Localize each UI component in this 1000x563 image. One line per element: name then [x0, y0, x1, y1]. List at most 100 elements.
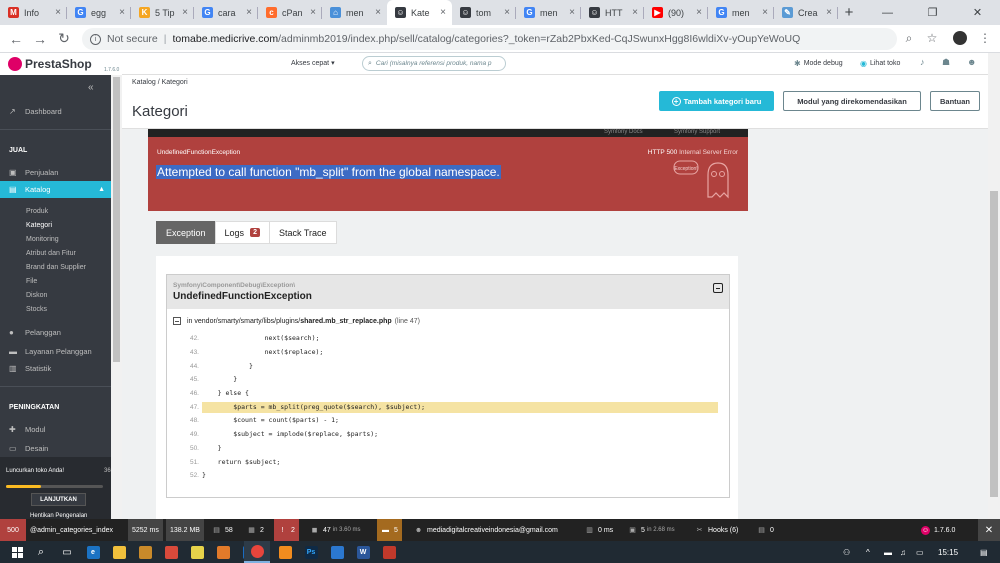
- browser-tab[interactable]: ⌂ men ×: [322, 0, 387, 25]
- sidebar-subitem[interactable]: Monitoring: [26, 236, 59, 243]
- account-icon[interactable]: ☻: [967, 57, 976, 67]
- browser-tab[interactable]: Gmen ×: [708, 0, 774, 25]
- continue-button[interactable]: LANJUTKAN: [31, 493, 86, 506]
- store-icon[interactable]: [132, 541, 158, 563]
- word-icon[interactable]: W: [350, 541, 376, 563]
- sidebar-subitem[interactable]: Stocks: [26, 306, 47, 313]
- profile-icon[interactable]: [950, 28, 970, 48]
- symfony-support-link[interactable]: Symfony Support: [674, 129, 720, 135]
- keyboard-icon[interactable]: ▭: [916, 541, 924, 563]
- sidebar-subitem[interactable]: Atribut dan Fitur: [26, 250, 76, 257]
- route-name[interactable]: @admin_categories_index: [30, 519, 113, 541]
- close-tab-icon[interactable]: ×: [246, 7, 252, 18]
- close-tab-icon[interactable]: ×: [762, 7, 768, 18]
- close-tab-icon[interactable]: ×: [55, 7, 61, 18]
- collapse-menu-icon[interactable]: «: [88, 82, 94, 93]
- sidebar-item-desain[interactable]: ▭ Desain: [0, 439, 111, 457]
- browser-tab[interactable]: Gcara ×: [194, 0, 258, 25]
- info-icon[interactable]: i: [90, 33, 101, 45]
- collapse-toggle-icon[interactable]: [713, 283, 723, 293]
- close-tab-icon[interactable]: ×: [440, 7, 446, 18]
- sidebar-item-katalog[interactable]: ▤ Katalog ▲: [0, 181, 111, 198]
- edge-icon[interactable]: e: [80, 541, 106, 563]
- debug-mode-link[interactable]: ✱ Mode debug: [794, 59, 843, 68]
- browser-tab[interactable]: Gegg ×: [67, 0, 131, 25]
- breadcrumb-item[interactable]: Kategori: [162, 79, 188, 86]
- requests-panel[interactable]: ▦ 2: [247, 519, 264, 541]
- sidebar-subitem[interactable]: Produk: [26, 208, 48, 215]
- browser-tab[interactable]: K 5 Tip ×: [131, 0, 194, 25]
- menu-dots-icon[interactable]: ⋮: [975, 28, 995, 48]
- search-icon[interactable]: ⌕: [28, 541, 54, 563]
- collapse-icon[interactable]: [173, 317, 181, 325]
- sidebar-subitem[interactable]: File: [26, 278, 37, 285]
- tab-logs[interactable]: Logs 2: [214, 221, 270, 244]
- browser-tab[interactable]: ☺ Kate ×: [387, 0, 452, 25]
- sidebar-subitem[interactable]: Brand dan Supplier: [26, 264, 86, 271]
- app-icon[interactable]: [210, 541, 236, 563]
- star-icon[interactable]: ☆: [922, 28, 942, 48]
- minimize-button[interactable]: —: [865, 0, 910, 25]
- twig-panel[interactable]: ▣ 5 in 2.68 ms: [628, 519, 674, 541]
- status-code[interactable]: 500: [0, 519, 26, 541]
- back-button[interactable]: ←: [4, 27, 28, 51]
- bell-icon[interactable]: ♪: [920, 57, 925, 67]
- cache-panel[interactable]: ▥ 0 ms: [585, 519, 613, 541]
- network-icon[interactable]: ▬: [884, 541, 892, 563]
- user-panel[interactable]: ☻ mediadigitalcreativeindonesia@gmail.com: [414, 519, 558, 541]
- close-tab-icon[interactable]: ×: [119, 7, 125, 18]
- close-tab-icon[interactable]: ×: [310, 7, 316, 18]
- symfony-docs-link[interactable]: Symfony Docs: [604, 129, 643, 135]
- browser-tab[interactable]: Gmen ×: [516, 0, 581, 25]
- sidebar-item-modul[interactable]: ✚ Modul: [0, 420, 111, 438]
- chevron-up-icon[interactable]: ^: [866, 541, 870, 563]
- forward-button[interactable]: →: [28, 27, 52, 51]
- quick-access-dropdown[interactable]: Akses cepat ▾: [291, 59, 335, 67]
- security-panel[interactable]: ▬ 5: [377, 519, 402, 541]
- errors-panel[interactable]: ! 2: [274, 519, 299, 541]
- app-icon[interactable]: [272, 541, 298, 563]
- close-tab-icon[interactable]: ×: [182, 7, 188, 18]
- sidebar-item-statistik[interactable]: ▥ Statistik: [0, 359, 111, 377]
- file-explorer-icon[interactable]: [106, 541, 132, 563]
- page-scrollbar[interactable]: [988, 53, 1000, 519]
- close-window-button[interactable]: ✕: [955, 0, 1000, 25]
- close-tab-icon[interactable]: ×: [632, 7, 638, 18]
- sidebar-item-pelanggan[interactable]: ● Pelanggan: [0, 323, 111, 341]
- hooks-panel[interactable]: ✂ Hooks (6): [695, 519, 739, 541]
- clock[interactable]: 15:15: [938, 541, 958, 563]
- people-icon[interactable]: ⚇: [843, 541, 850, 563]
- forms-panel[interactable]: ▤ 58: [212, 519, 233, 541]
- close-tab-icon[interactable]: ×: [696, 7, 702, 18]
- breadcrumb-item[interactable]: Katalog: [132, 79, 156, 86]
- browser-tab[interactable]: c cPan ×: [258, 0, 322, 25]
- sidebar-item-penjualan[interactable]: ▣ Penjualan: [0, 163, 111, 181]
- app-icon[interactable]: [324, 541, 350, 563]
- prestashop-logo[interactable]: PrestaShop: [8, 57, 92, 71]
- volume-icon[interactable]: ♫: [900, 541, 906, 563]
- sidebar-item-layanan[interactable]: ▬ Layanan Pelanggan: [0, 342, 111, 360]
- close-tab-icon[interactable]: ×: [504, 7, 510, 18]
- prestashop-version[interactable]: ☺ 1.7.6.0: [921, 519, 955, 541]
- browser-tab[interactable]: ✎ Crea ×: [774, 0, 838, 25]
- help-button[interactable]: Bantuan: [930, 91, 980, 111]
- request-time[interactable]: 5252 ms: [128, 519, 163, 541]
- tab-exception[interactable]: Exception: [156, 221, 216, 244]
- windows-start-icon[interactable]: [4, 541, 30, 563]
- task-view-icon[interactable]: ▭: [54, 541, 80, 563]
- notifications-icon[interactable]: ☗: [942, 57, 950, 68]
- app-icon[interactable]: [376, 541, 402, 563]
- app-icon[interactable]: [158, 541, 184, 563]
- browser-tab[interactable]: M Info ×: [0, 0, 67, 25]
- trace-file[interactable]: in vendor/smarty/smarty/libs/plugins/sha…: [173, 317, 420, 325]
- scroll-thumb[interactable]: [113, 77, 120, 362]
- new-tab-button[interactable]: +: [838, 0, 860, 25]
- db-panel[interactable]: ◼ 47 in 3.60 ms: [310, 519, 361, 541]
- memory-usage[interactable]: 138.2 MB: [166, 519, 204, 541]
- notes-icon[interactable]: [184, 541, 210, 563]
- view-shop-link[interactable]: ◉ Lihat toko: [860, 59, 900, 68]
- add-category-button[interactable]: + Tambah kategori baru: [659, 91, 774, 111]
- address-bar[interactable]: i Not secure | tomabe.medicrive.com/admi…: [82, 28, 897, 50]
- notification-center-icon[interactable]: ▤: [980, 541, 988, 563]
- tab-stack-trace[interactable]: Stack Trace: [268, 221, 337, 244]
